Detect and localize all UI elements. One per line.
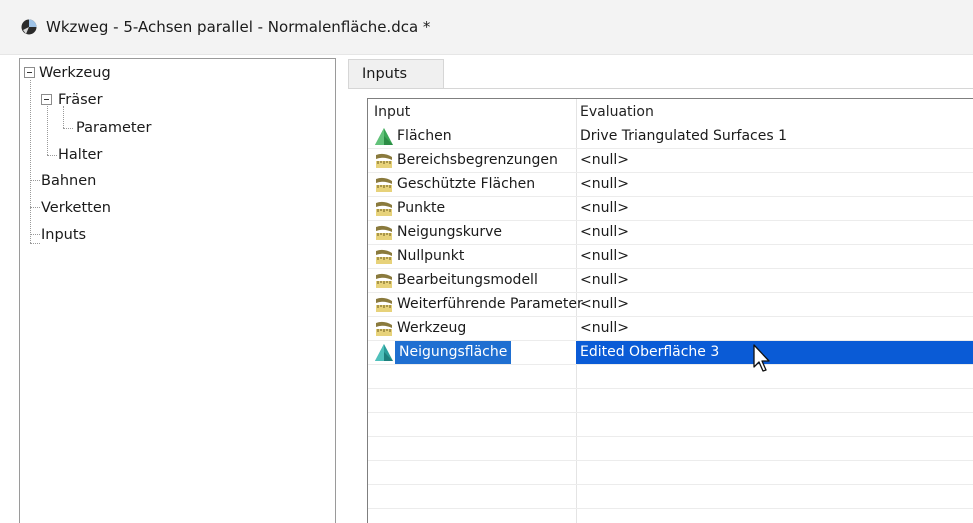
tree-item-inputs[interactable]: Inputs [41,223,86,247]
curve-ruler-icon [374,295,394,314]
row-evaluation: <null> [580,272,629,288]
table-row[interactable]: Bearbeitungsmodell <null> [368,269,973,293]
row-input-label: Weiterführende Parameter [397,296,583,312]
collapse-toggle-fraeser[interactable] [41,94,52,105]
surface-triangle-green-icon [374,127,394,146]
table-row[interactable]: Nullpunkt <null> [368,245,973,269]
collapse-toggle-werkzeug[interactable] [24,67,35,78]
curve-ruler-icon [374,319,394,338]
tree-item-parameter[interactable]: Parameter [76,116,151,140]
tree-item-fraeser[interactable]: Fräser [58,88,103,112]
tree-item-werkzeug[interactable]: Werkzeug [39,61,111,85]
row-evaluation: <null> [580,200,629,216]
curve-ruler-icon [374,175,394,194]
table-row[interactable]: Werkzeug <null> [368,317,973,341]
surface-triangle-teal-icon [374,343,394,362]
row-evaluation: <null> [580,248,629,264]
column-header-evaluation[interactable]: Evaluation [580,102,654,122]
row-input-label: Neigungskurve [397,224,502,240]
tree-connector [30,80,31,243]
empty-row [368,509,973,523]
empty-row [368,389,973,413]
table-row[interactable]: Weiterführende Parameter <null> [368,293,973,317]
tree-panel: Werkzeug Fräser Parameter Halter Bahnen … [19,58,336,523]
empty-row [368,461,973,485]
tree-connector [47,106,48,155]
tree-connector [47,155,57,156]
row-input-label: Bearbeitungsmodell [397,272,538,288]
row-evaluation: <null> [580,176,629,192]
table-row[interactable]: Neigungskurve <null> [368,221,973,245]
row-input-label: Flächen [397,128,452,144]
tree-item-verketten[interactable]: Verketten [41,196,111,220]
tab-inputs[interactable]: Inputs [348,59,444,89]
tree-item-halter[interactable]: Halter [58,143,102,167]
empty-row [368,365,973,389]
tree-connector [30,243,40,244]
row-evaluation: <null> [580,320,629,336]
empty-row [368,485,973,509]
tree-connector [30,234,40,235]
row-evaluation: Drive Triangulated Surfaces 1 [580,128,788,144]
empty-row [368,437,973,461]
empty-row [368,413,973,437]
curve-ruler-icon [374,247,394,266]
tree-connector [30,207,40,208]
tree-connector [63,128,73,129]
title-bar: Wkzweg - 5-Achsen parallel - Normalenflä… [0,0,973,54]
tree-item-bahnen[interactable]: Bahnen [41,169,96,193]
row-input-label: Geschützte Flächen [397,176,536,192]
row-input-label: Nullpunkt [397,248,465,264]
tree-connector [30,180,40,181]
tab-divider [348,88,973,89]
window-title: Wkzweg - 5-Achsen parallel - Normalenflä… [46,18,431,36]
row-evaluation: <null> [580,152,629,168]
table-row[interactable]: Geschützte Flächen <null> [368,173,973,197]
title-divider [0,54,973,55]
app-icon [20,18,38,36]
inputs-grid: Input Evaluation Flächen Drive Triangula… [367,98,973,523]
row-input-label: Punkte [397,200,446,216]
column-header-input[interactable]: Input [374,102,410,122]
row-input-label: Bereichsbegrenzungen [397,152,558,168]
row-input-label: Werkzeug [397,320,467,336]
table-row[interactable]: Bereichsbegrenzungen <null> [368,149,973,173]
row-evaluation: <null> [580,296,629,312]
table-row-selected[interactable]: Neigungsfläche Edited Oberfläche 3 [368,341,973,365]
row-evaluation: <null> [580,224,629,240]
curve-ruler-icon [374,223,394,242]
curve-ruler-icon [374,199,394,218]
curve-ruler-icon [374,271,394,290]
curve-ruler-icon [374,151,394,170]
table-row[interactable]: Punkte <null> [368,197,973,221]
table-row[interactable]: Flächen Drive Triangulated Surfaces 1 [368,125,973,149]
row-evaluation: Edited Oberfläche 3 [580,344,720,360]
mouse-cursor-icon [752,343,776,375]
row-input-label: Neigungsfläche [395,341,512,364]
